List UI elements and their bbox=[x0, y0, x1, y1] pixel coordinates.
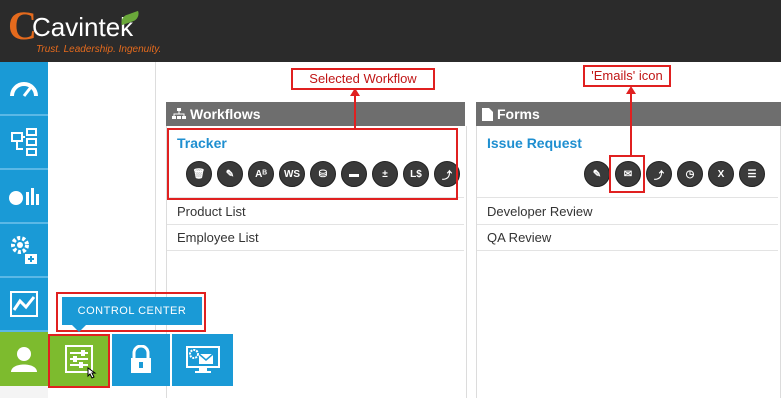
nav-reports[interactable] bbox=[0, 170, 48, 224]
emails-icon-arrow-head bbox=[626, 86, 636, 94]
forms-title: Forms bbox=[497, 106, 540, 122]
selected-workflow-arrow-head bbox=[350, 88, 360, 96]
nav-analytics[interactable] bbox=[0, 278, 48, 332]
pie-bar-chart-icon bbox=[9, 188, 39, 205]
forms-excel-icon[interactable]: X bbox=[708, 161, 734, 187]
lock-icon bbox=[131, 345, 151, 373]
document-icon bbox=[482, 107, 493, 121]
workflows-title: Workflows bbox=[190, 106, 261, 122]
user-icon bbox=[11, 347, 37, 372]
control-center-tooltip: CONTROL CENTER bbox=[62, 297, 202, 325]
brand-tagline: Trust. Leadership. Ingenuity. bbox=[36, 44, 162, 55]
emails-icon-highlight bbox=[609, 155, 645, 193]
monitor-email-gear-icon bbox=[185, 346, 220, 373]
selected-workflow-highlight bbox=[167, 128, 458, 200]
forms-edit-icon[interactable]: ✎ bbox=[584, 161, 610, 187]
nav-workflow[interactable] bbox=[0, 116, 48, 170]
workflow-item-product-list[interactable]: Product List bbox=[167, 197, 464, 224]
form-item-developer-review[interactable]: Developer Review bbox=[477, 197, 778, 224]
control-center-button-highlight bbox=[48, 334, 110, 388]
selected-workflow-callout: Selected Workflow bbox=[291, 68, 435, 90]
sitemap-icon bbox=[172, 108, 186, 120]
forms-branch-icon[interactable]: ⤴ bbox=[646, 161, 672, 187]
lock-button[interactable] bbox=[112, 334, 170, 386]
gears-add-icon bbox=[11, 236, 37, 264]
gauge-icon bbox=[10, 82, 38, 97]
nav-settings[interactable] bbox=[0, 224, 48, 278]
workflow-item-employee-list[interactable]: Employee List bbox=[167, 224, 464, 251]
workflows-header: Workflows bbox=[166, 102, 465, 126]
selected-workflow-arrow bbox=[354, 94, 356, 128]
brand-name: Cavintek bbox=[32, 12, 134, 42]
emails-icon-callout: 'Emails' icon bbox=[583, 65, 671, 87]
selected-form-link[interactable]: Issue Request bbox=[487, 135, 582, 151]
forms-message-icon[interactable]: ☰ bbox=[739, 161, 765, 187]
forms-header: Forms bbox=[476, 102, 781, 126]
brand-logo[interactable]: C Cavintek Trust. Leadership. Ingenuity. bbox=[8, 3, 161, 58]
forms-clock-icon[interactable]: ◷ bbox=[677, 161, 703, 187]
tooltip-pointer bbox=[72, 325, 86, 332]
email-settings-button[interactable] bbox=[172, 334, 233, 386]
nav-dashboard[interactable] bbox=[0, 62, 48, 116]
nav-user[interactable] bbox=[0, 332, 48, 386]
form-item-qa-review[interactable]: QA Review bbox=[477, 224, 778, 251]
flowchart-icon bbox=[11, 128, 37, 156]
line-chart-icon bbox=[10, 291, 38, 317]
emails-icon-arrow bbox=[630, 92, 632, 155]
top-bar: C Cavintek Trust. Leadership. Ingenuity. bbox=[0, 0, 781, 62]
side-nav bbox=[0, 62, 48, 398]
